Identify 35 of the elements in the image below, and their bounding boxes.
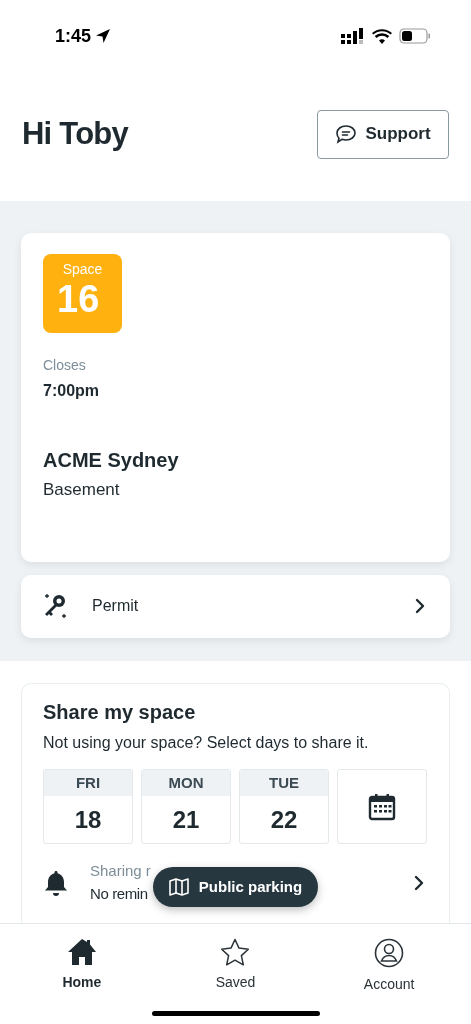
tab-item[interactable]: Home xyxy=(31,938,132,996)
day-option[interactable]: FRI 18 xyxy=(43,769,133,845)
tab-item[interactable]: Account xyxy=(339,938,440,996)
location-arrow-icon xyxy=(95,28,112,45)
closes-time: 7:00pm xyxy=(43,380,101,401)
bell-icon xyxy=(43,868,69,897)
location-level: Basement xyxy=(43,478,121,501)
day-option[interactable]: TUE 22 xyxy=(239,769,329,845)
battery-icon xyxy=(399,28,431,45)
space-label: Space xyxy=(62,260,103,278)
day-option[interactable]: MON 21 xyxy=(141,769,231,845)
calendar-button[interactable] xyxy=(337,769,427,845)
location-name: ACME Sydney xyxy=(43,447,180,473)
tab-item[interactable]: Saved xyxy=(185,938,286,996)
calendar-icon xyxy=(368,792,396,821)
closes-label: Closes xyxy=(43,355,87,375)
status-time: 1:45 xyxy=(55,24,92,48)
home-icon xyxy=(66,938,97,967)
reminder-value: No remin xyxy=(90,883,148,904)
star-icon xyxy=(220,938,251,967)
chevron-right-icon xyxy=(414,597,426,616)
space-number: 16 xyxy=(56,277,100,320)
reminder-label: Sharing r xyxy=(90,861,151,882)
signal-icon xyxy=(341,28,365,45)
share-title: Share my space xyxy=(43,700,197,726)
permit-row[interactable]: Permit xyxy=(21,574,450,638)
map-icon xyxy=(168,878,189,896)
greeting-heading: Hi Toby xyxy=(22,114,128,153)
wifi-icon xyxy=(372,28,392,44)
public-parking-button[interactable]: Public parking xyxy=(153,867,318,907)
share-subtitle: Not using your space? Select days to share it. xyxy=(43,733,370,754)
support-button[interactable]: Support xyxy=(317,109,449,159)
chevron-right-icon xyxy=(413,873,425,892)
chat-bubble-icon xyxy=(335,124,358,145)
account-icon xyxy=(374,938,405,969)
